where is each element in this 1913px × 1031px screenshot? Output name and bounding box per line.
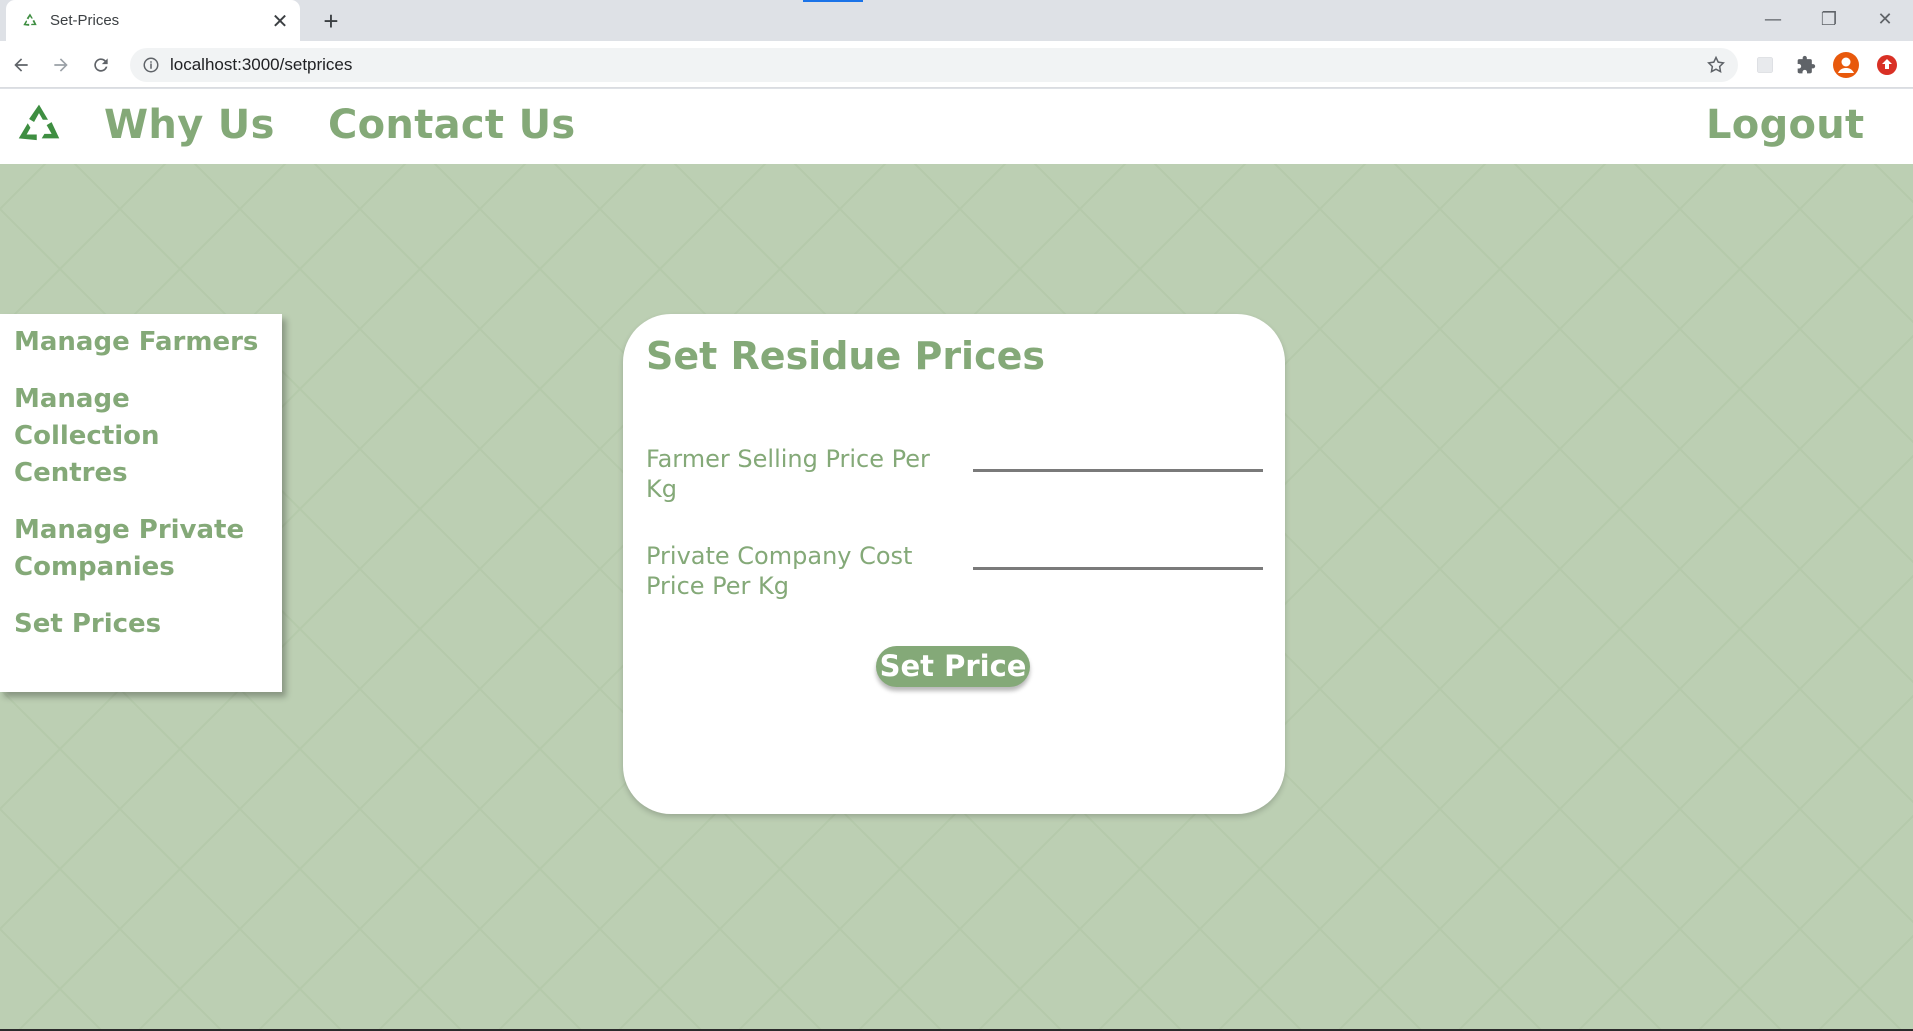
recycle-icon[interactable] — [12, 99, 66, 153]
window-controls: — ❐ ✕ — [1745, 0, 1913, 38]
info-icon[interactable] — [142, 56, 160, 74]
url-text: localhost:3000/setprices — [170, 55, 353, 74]
address-bar[interactable]: localhost:3000/setprices — [130, 48, 1738, 82]
farmer-price-input[interactable] — [973, 436, 1263, 472]
set-prices-card: Set Residue Prices Farmer Selling Price … — [623, 314, 1285, 814]
tab-loading-indicator — [803, 0, 863, 2]
sidebar-item-manage-collection-centres[interactable]: Manage Collection Centres — [14, 381, 268, 492]
nav-why-us[interactable]: Why Us — [104, 102, 275, 148]
extensions-icon[interactable] — [1793, 52, 1819, 78]
site-header: Why Us Contact Us Logout — [0, 89, 1913, 164]
restore-icon[interactable]: ❐ — [1801, 0, 1857, 38]
sidebar-item-manage-private-companies[interactable]: Manage Private Companies — [14, 512, 268, 586]
update-icon[interactable] — [1874, 52, 1900, 78]
company-price-label: Private Company Cost Price Per Kg — [646, 542, 913, 600]
nav-contact-us[interactable]: Contact Us — [328, 102, 575, 148]
profile-icon[interactable] — [1833, 52, 1859, 78]
sidebar-item-manage-farmers[interactable]: Manage Farmers — [14, 324, 268, 361]
company-price-input[interactable] — [973, 534, 1263, 570]
farmer-price-label: Farmer Selling Price Per Kg — [646, 445, 930, 503]
extension-placeholder-icon[interactable] — [1752, 52, 1778, 78]
browser-tab-active[interactable]: Set-Prices ✕ — [6, 0, 300, 41]
set-price-button[interactable]: Set Price — [876, 646, 1030, 687]
logout-link[interactable]: Logout — [1706, 102, 1864, 148]
new-tab-button[interactable]: + — [316, 6, 346, 36]
page-viewport: Why Us Contact Us Logout Manage Farmers … — [0, 89, 1913, 1031]
forward-arrow-icon[interactable] — [45, 49, 77, 81]
sidebar-menu: Manage Farmers Manage Collection Centres… — [0, 314, 282, 692]
sidebar-item-set-prices[interactable]: Set Prices — [14, 606, 268, 643]
minimize-icon[interactable]: — — [1745, 0, 1801, 38]
tab-title: Set-Prices — [50, 12, 120, 29]
window-close-icon[interactable]: ✕ — [1857, 0, 1913, 38]
browser-toolbar: localhost:3000/setprices — [0, 41, 1913, 88]
star-icon[interactable] — [1706, 55, 1726, 75]
card-title: Set Residue Prices — [646, 334, 1045, 378]
tab-close-icon[interactable]: ✕ — [266, 7, 294, 35]
back-arrow-icon[interactable] — [5, 49, 37, 81]
browser-tabstrip: Set-Prices ✕ + — ❐ ✕ — [0, 0, 1913, 41]
recycle-icon — [20, 11, 40, 31]
reload-icon[interactable] — [85, 49, 117, 81]
